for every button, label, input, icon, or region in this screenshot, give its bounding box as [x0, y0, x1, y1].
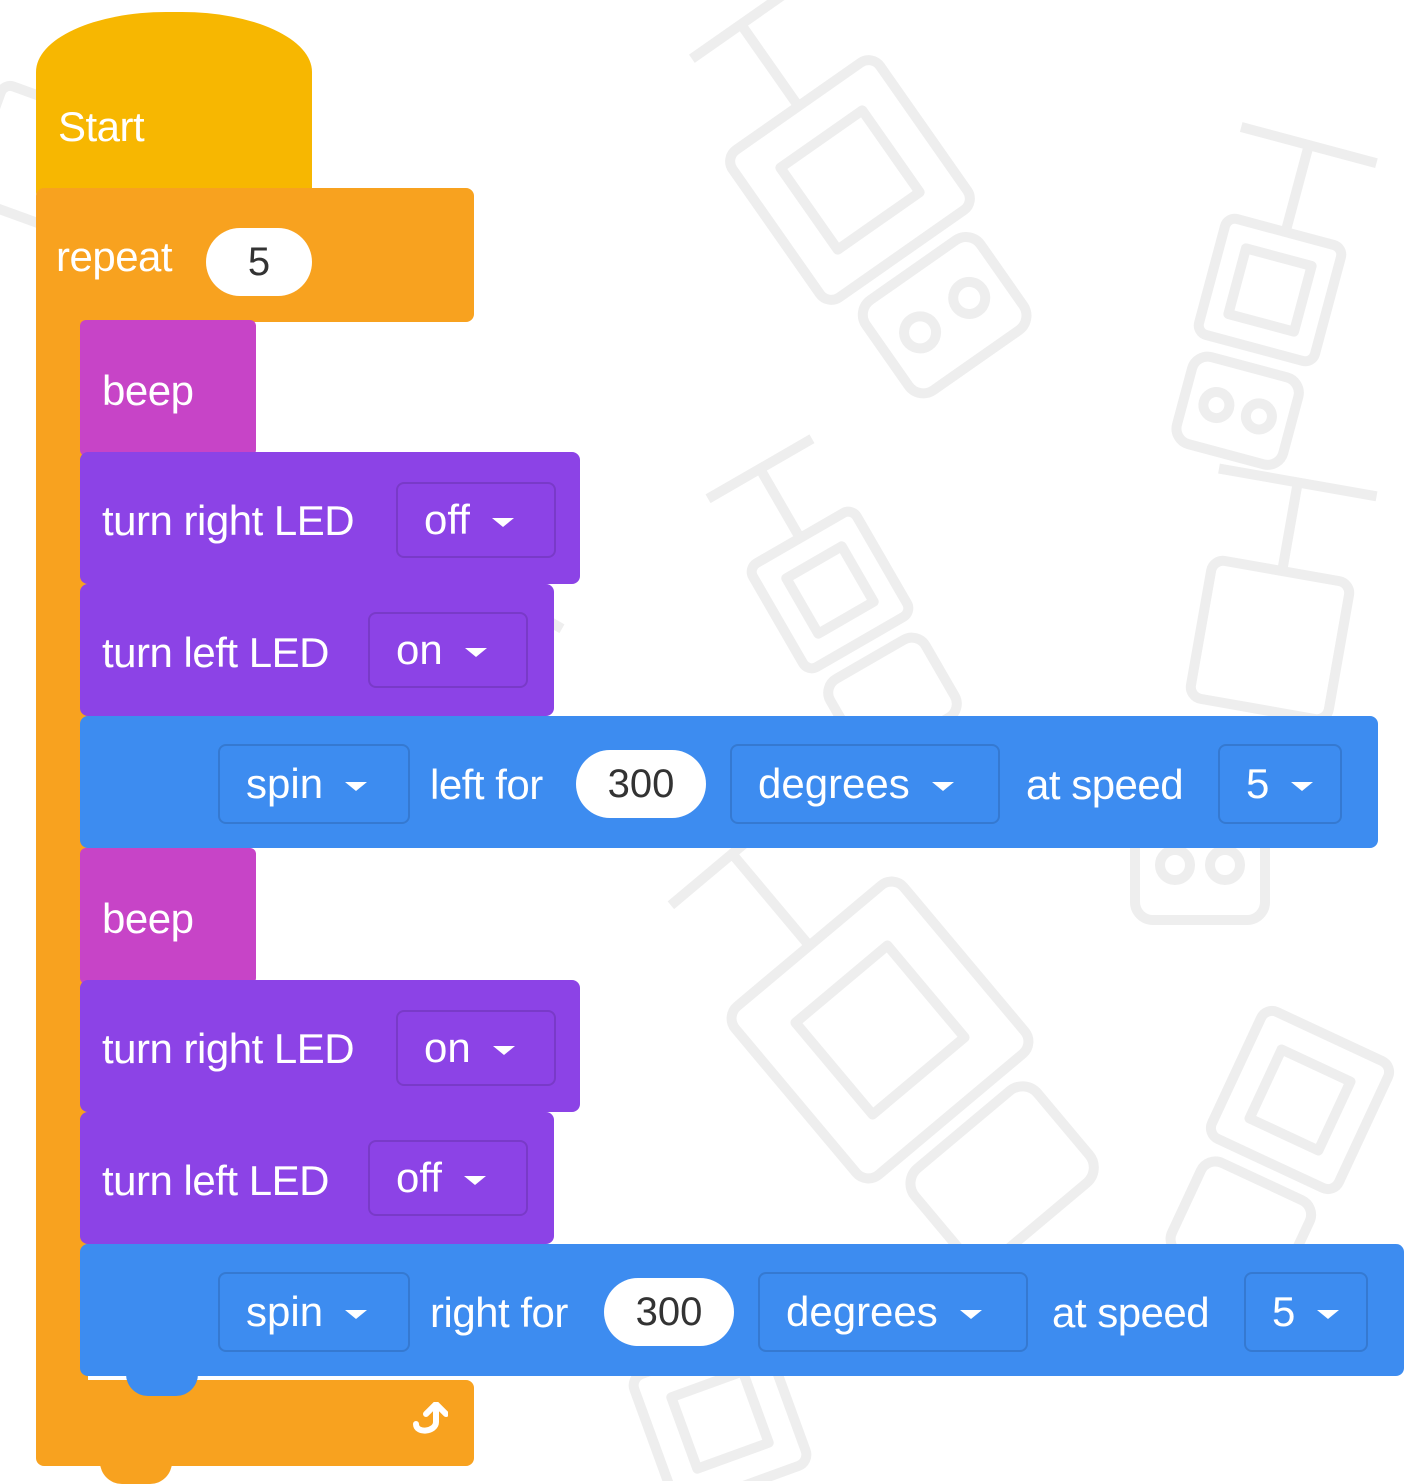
spin-notch — [126, 1374, 198, 1396]
spin-speed-dropdown[interactable]: 5 — [1218, 744, 1342, 824]
spin-unit-dropdown[interactable]: degrees — [730, 744, 1000, 824]
dropdown-caret-icon — [931, 781, 954, 791]
dropdown-caret-icon — [345, 781, 368, 791]
spin-unit-value: degrees — [758, 760, 910, 807]
turn-left-led-label: turn left LED — [102, 1157, 329, 1204]
dropdown-caret-icon — [491, 517, 514, 527]
spin-unit-value: degrees — [786, 1288, 938, 1335]
spin-mode-dropdown[interactable]: spin — [218, 744, 410, 824]
dropdown-caret-icon — [492, 1045, 515, 1055]
left-led-state-value: off — [396, 1154, 442, 1201]
spin-speed-dropdown[interactable]: 5 — [1244, 1272, 1368, 1352]
beep-label: beep — [102, 367, 194, 414]
spin-speed-value: 5 — [1272, 1288, 1296, 1335]
turn-right-led-block[interactable]: turn right LED off — [80, 452, 580, 584]
dropdown-caret-icon — [345, 1309, 368, 1319]
turn-left-led-block[interactable]: turn left LED off — [80, 1112, 554, 1244]
dropdown-caret-icon — [1291, 781, 1314, 791]
repeat-label: repeat — [56, 233, 173, 280]
dropdown-caret-icon — [463, 1175, 486, 1185]
spin-unit-dropdown[interactable]: degrees — [758, 1272, 1028, 1352]
spin-speed-value: 5 — [1246, 760, 1270, 807]
repeat-count-input[interactable]: 5 — [206, 228, 312, 296]
start-label: Start — [58, 103, 145, 150]
turn-left-led-block[interactable]: turn left LED on — [80, 584, 554, 716]
spin-direction-label: left for — [430, 761, 543, 808]
spin-mode-value: spin — [246, 1288, 324, 1335]
right-led-state-value: off — [424, 496, 470, 543]
right-led-state-dropdown[interactable]: off — [396, 482, 556, 558]
right-led-state-value: on — [424, 1024, 471, 1071]
right-led-state-dropdown[interactable]: on — [396, 1010, 556, 1086]
turn-right-led-label: turn right LED — [102, 1025, 355, 1072]
spin-direction-label: right for — [430, 1289, 568, 1336]
left-led-state-value: on — [396, 626, 443, 673]
spin-mode-dropdown[interactable]: spin — [218, 1272, 410, 1352]
beep-block[interactable]: beep — [80, 320, 256, 456]
dropdown-caret-icon — [464, 647, 487, 657]
spin-speed-label: at speed — [1026, 761, 1184, 808]
spin-amount-input[interactable]: 300 — [604, 1278, 734, 1346]
turn-right-led-label: turn right LED — [102, 497, 355, 544]
start-block[interactable]: Start — [36, 12, 312, 200]
spin-right-block[interactable]: spin right for 300 degrees at speed 5 — [80, 1244, 1404, 1376]
dropdown-caret-icon — [1317, 1309, 1340, 1319]
spin-mode-value: spin — [246, 760, 324, 807]
beep-label: beep — [102, 895, 194, 942]
spin-amount-input[interactable]: 300 — [576, 750, 706, 818]
left-led-state-dropdown[interactable]: off — [368, 1140, 528, 1216]
repeat-block[interactable]: repeat 5 — [36, 188, 474, 322]
repeat-arrow-icon — [413, 1402, 448, 1434]
spin-speed-label: at speed — [1052, 1289, 1210, 1336]
turn-right-led-block[interactable]: turn right LED on — [80, 980, 580, 1112]
turn-left-led-label: turn left LED — [102, 629, 329, 676]
repeat-block-footer — [36, 1380, 474, 1466]
dropdown-caret-icon — [959, 1309, 982, 1319]
beep-block[interactable]: beep — [80, 848, 256, 984]
spin-left-block[interactable]: spin left for 300 degrees at speed 5 — [80, 716, 1378, 848]
left-led-state-dropdown[interactable]: on — [368, 612, 528, 688]
